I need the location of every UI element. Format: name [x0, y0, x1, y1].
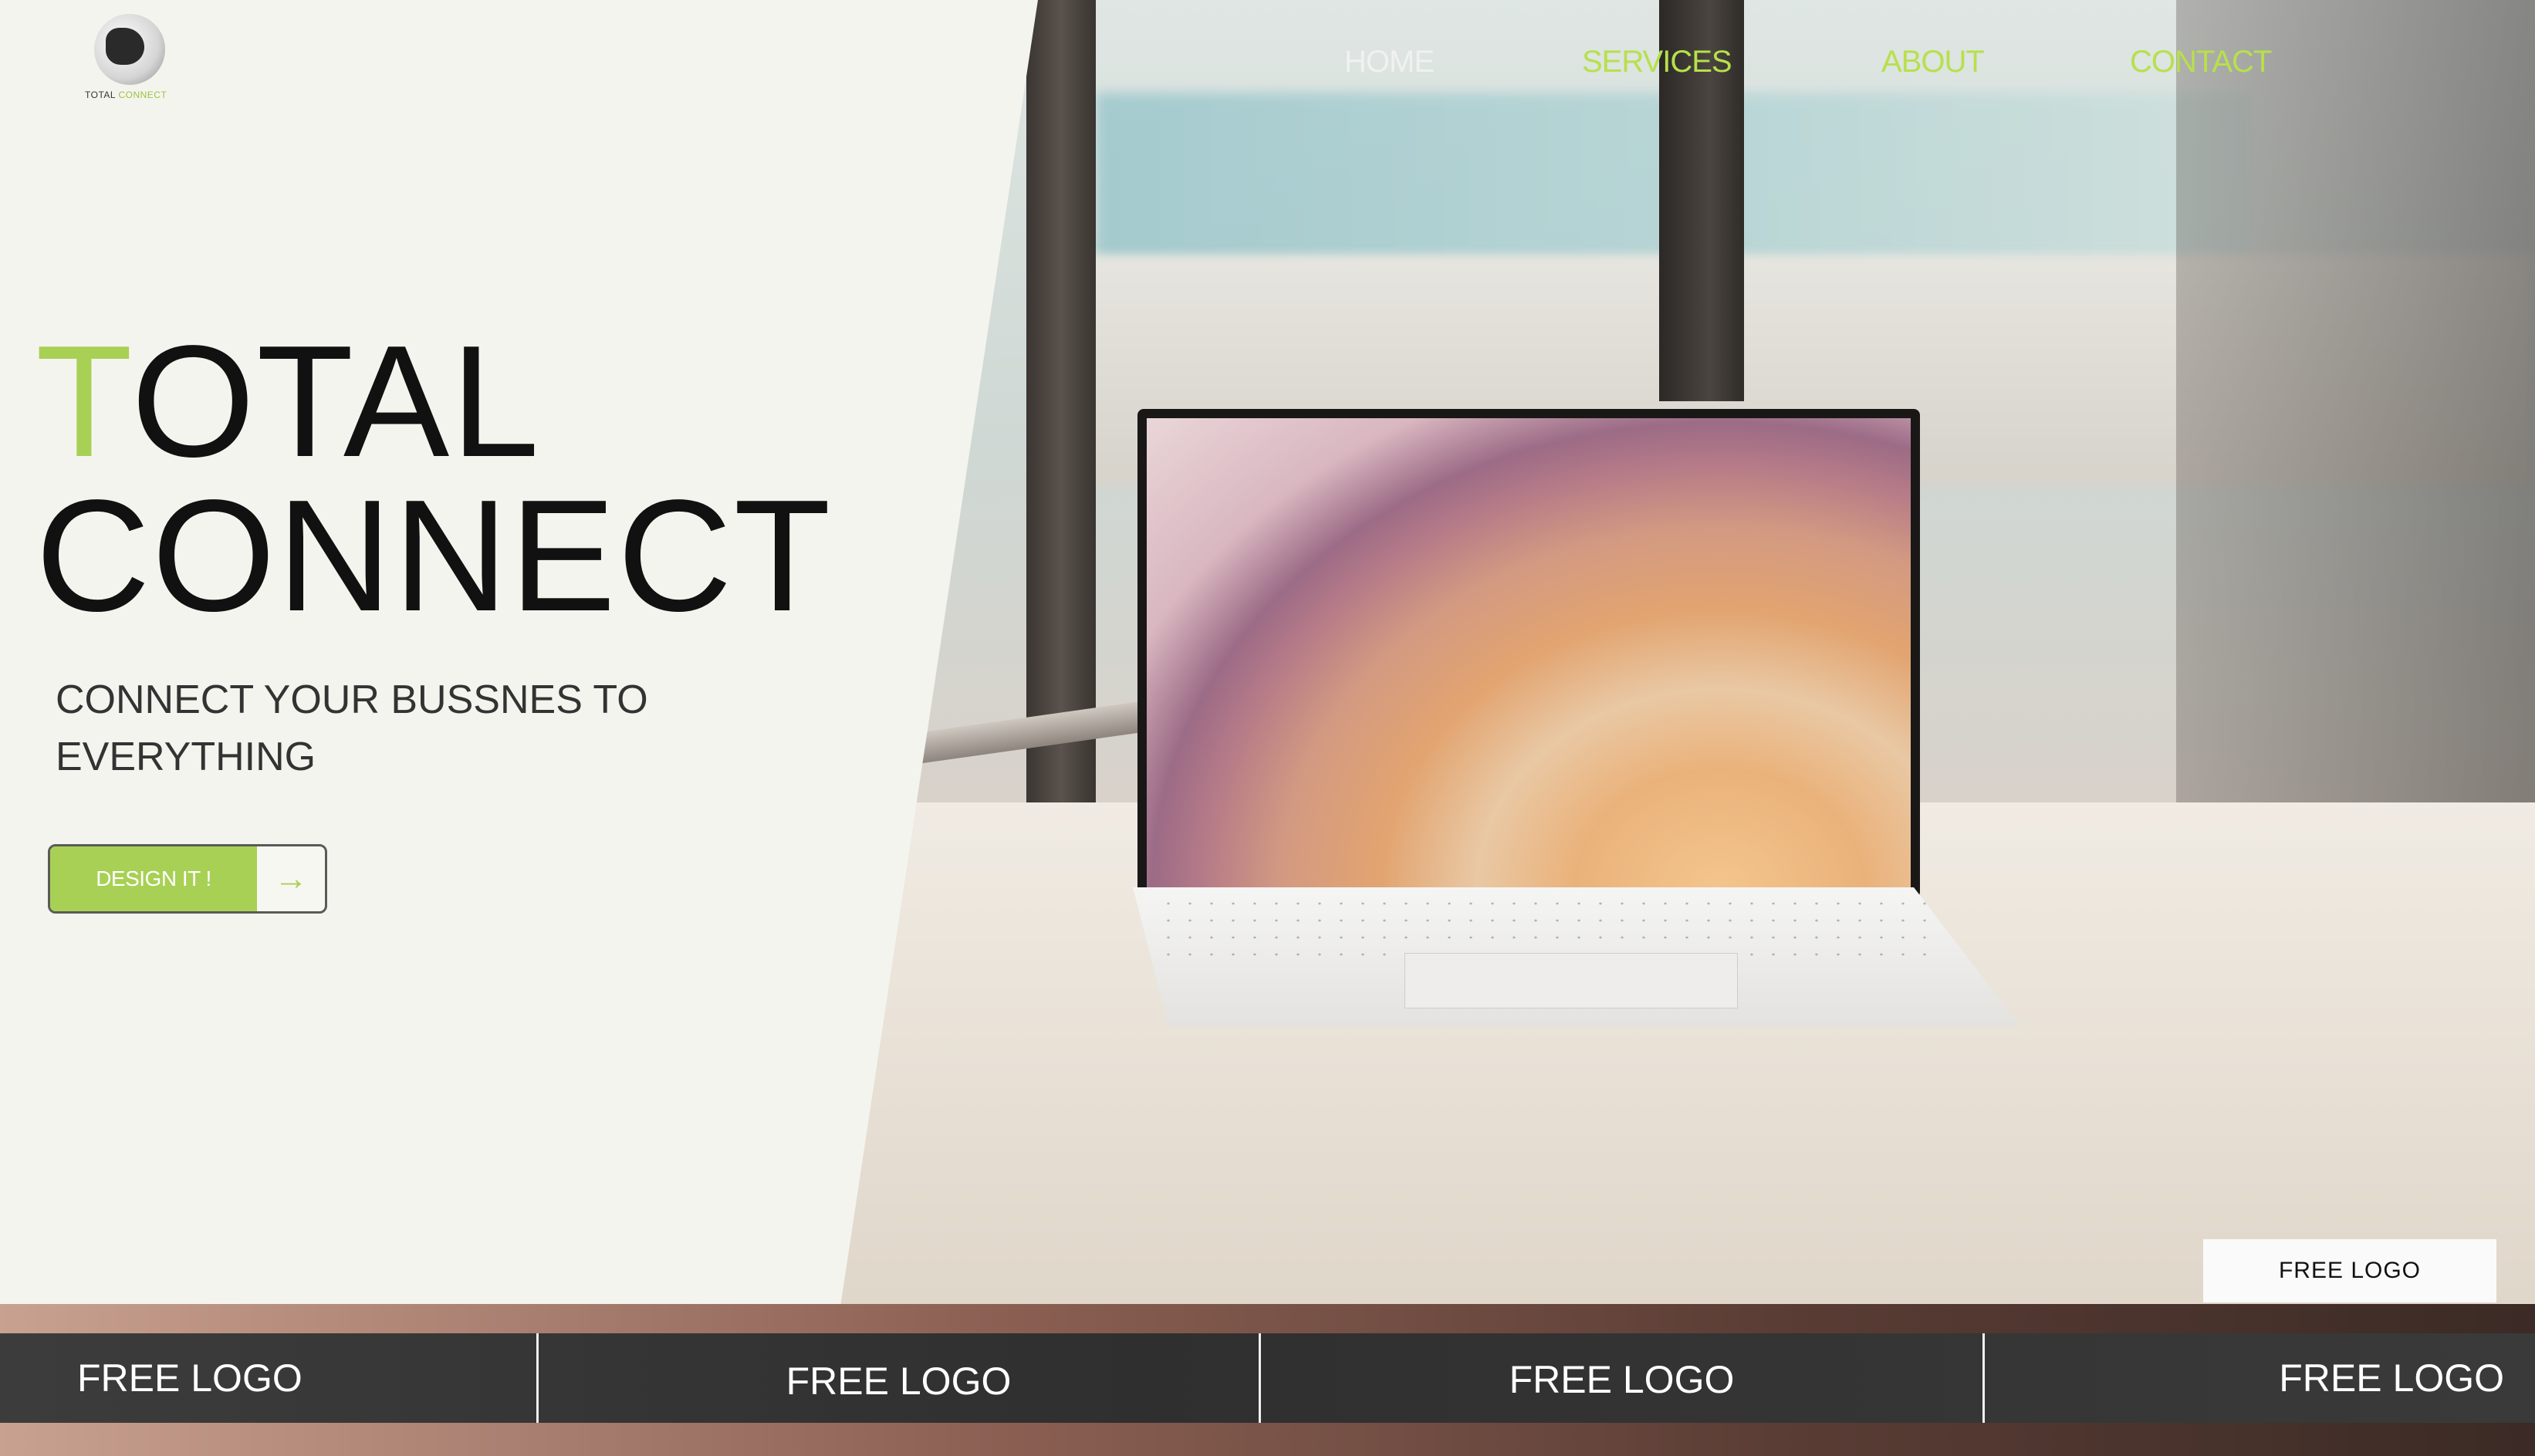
arrow-right-icon: →: [274, 860, 308, 897]
laptop-keyboard: [1158, 895, 1929, 957]
laptop-trackpad: [1404, 953, 1738, 1008]
hero-title-line1-rest: OTAL: [131, 312, 541, 490]
nav-home[interactable]: HOME: [1344, 45, 1435, 79]
logo-text-total: TOTAL: [85, 90, 116, 100]
nav-contact[interactable]: CONTACT: [2130, 45, 2272, 79]
laptop-screen: [1137, 409, 1920, 898]
hero-title: TOTAL CONNECT: [35, 322, 833, 635]
partner-logo-1: FREE LOGO: [0, 1333, 539, 1423]
partner-logo-strip: FREE LOGO FREE LOGO FREE LOGO FREE LOGO: [0, 1333, 2535, 1423]
globe-icon: [94, 14, 165, 85]
hero-title-line2: CONNECT: [35, 467, 833, 644]
design-it-label: DESIGN IT !: [50, 846, 257, 911]
partner-logo-3: FREE LOGO: [1261, 1333, 1985, 1423]
partner-logo-4: FREE LOGO: [2279, 1356, 2504, 1400]
nav-services[interactable]: SERVICES: [1582, 45, 1732, 79]
logo-text-connect: CONNECT: [118, 90, 167, 100]
partner-logo-box: FREE LOGO: [2203, 1239, 2496, 1302]
design-it-button[interactable]: DESIGN IT ! →: [48, 844, 327, 914]
hero-title-accent: T: [35, 312, 132, 490]
nav-about[interactable]: ABOUT: [1881, 45, 1985, 79]
hero-subtitle: CONNECT YOUR BUSSNES TO EVERYTHING: [56, 677, 648, 779]
brand-logo[interactable]: TOTAL CONNECT: [85, 14, 193, 100]
partner-logo-2: FREE LOGO: [539, 1333, 1261, 1423]
logo-text: TOTAL CONNECT: [85, 90, 193, 100]
